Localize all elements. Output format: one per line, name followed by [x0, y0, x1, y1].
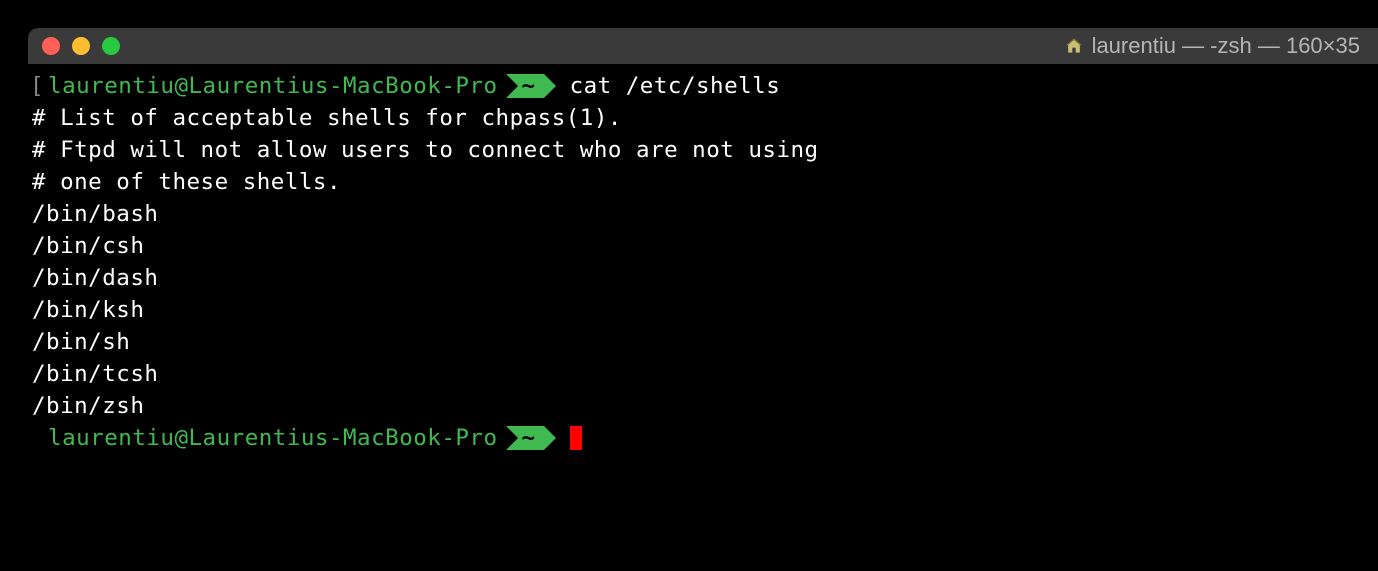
command-text: cat /etc/shells [570, 70, 781, 102]
arrow-out-icon [544, 74, 556, 98]
bracket-icon [30, 422, 44, 454]
output-line: # Ftpd will not allow users to connect w… [30, 134, 1376, 166]
cursor-icon [570, 426, 582, 450]
arrow-in-icon [506, 426, 518, 450]
terminal-body[interactable]: [ laurentiu@Laurentius-MacBook-Pro ~ cat… [28, 64, 1378, 460]
prompt-line-1: [ laurentiu@Laurentius-MacBook-Pro ~ cat… [30, 70, 1376, 102]
output-line: /bin/sh [30, 326, 1376, 358]
output-line: # List of acceptable shells for chpass(1… [30, 102, 1376, 134]
prompt-userhost: laurentiu@Laurentius-MacBook-Pro [48, 422, 497, 454]
arrow-in-icon [506, 74, 518, 98]
prompt-dir-badge: ~ [506, 74, 556, 98]
prompt-dir-badge: ~ [506, 426, 556, 450]
bracket-icon: [ [30, 70, 44, 102]
prompt-userhost: laurentiu@Laurentius-MacBook-Pro [48, 70, 497, 102]
home-icon [1064, 36, 1084, 56]
output-line: /bin/ksh [30, 294, 1376, 326]
prompt-line-2: laurentiu@Laurentius-MacBook-Pro ~ [30, 422, 1376, 454]
output-line: # one of these shells. [30, 166, 1376, 198]
output-line: /bin/csh [30, 230, 1376, 262]
output-line: /bin/bash [30, 198, 1376, 230]
window-title-text: laurentiu — -zsh — 160×35 [1092, 33, 1360, 59]
maximize-button[interactable] [102, 37, 120, 55]
output-line: /bin/dash [30, 262, 1376, 294]
title-bar: laurentiu — -zsh — 160×35 [28, 28, 1378, 64]
traffic-lights [42, 37, 120, 55]
window-title: laurentiu — -zsh — 160×35 [1064, 33, 1360, 59]
output-line: /bin/zsh [30, 390, 1376, 422]
close-button[interactable] [42, 37, 60, 55]
output-line: /bin/tcsh [30, 358, 1376, 390]
terminal-window: laurentiu — -zsh — 160×35 [ laurentiu@La… [28, 28, 1378, 571]
arrow-out-icon [544, 426, 556, 450]
minimize-button[interactable] [72, 37, 90, 55]
